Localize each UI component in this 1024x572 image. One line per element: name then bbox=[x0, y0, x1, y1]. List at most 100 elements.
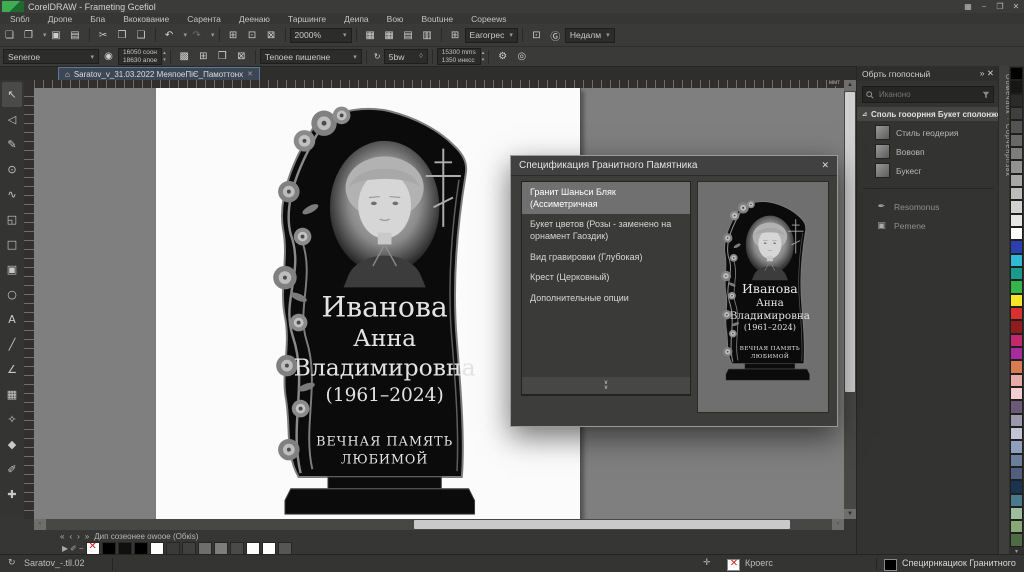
guidelines-icon[interactable]: ▥ bbox=[420, 30, 435, 41]
save-icon[interactable]: ▣ bbox=[49, 30, 64, 41]
palette-swatch[interactable] bbox=[1010, 254, 1023, 267]
document-tab[interactable]: ⌂ Saratov_v_31.03.2022 МеяпоеПіЄ_Памотто… bbox=[58, 67, 260, 80]
palette-swatch[interactable] bbox=[1010, 267, 1023, 280]
copy-icon[interactable]: ❒ bbox=[115, 30, 130, 41]
brush-tool[interactable]: ✎ bbox=[2, 132, 22, 157]
palette-swatch[interactable] bbox=[1010, 147, 1023, 160]
palette-swatch[interactable] bbox=[1010, 440, 1023, 453]
pencil-tool[interactable]: ✐ bbox=[2, 457, 22, 482]
palette-swatch[interactable] bbox=[1010, 507, 1023, 520]
undo-caret-icon[interactable]: ▾ bbox=[184, 31, 188, 39]
close-button[interactable]: ✕ bbox=[1008, 2, 1024, 11]
style-item-3[interactable]: Букесг bbox=[857, 161, 999, 180]
palette-swatch[interactable] bbox=[1010, 494, 1023, 507]
prev-page-icon[interactable]: ‹ bbox=[69, 532, 72, 541]
document-palette-swatch[interactable] bbox=[262, 542, 276, 555]
add-tool[interactable]: ✚ bbox=[2, 482, 22, 507]
menu-item[interactable]: Boutuне bbox=[421, 14, 453, 24]
dimension-tool[interactable]: ∠ bbox=[2, 357, 22, 382]
document-palette-swatch[interactable] bbox=[86, 542, 100, 555]
menu-item[interactable]: Вою bbox=[387, 14, 404, 24]
tree-caret-icon[interactable]: ⊿ bbox=[862, 111, 867, 118]
refresh-icon[interactable]: ↻ bbox=[8, 558, 16, 568]
horizontal-ruler[interactable]: ммт bbox=[34, 80, 844, 88]
export-dropdown[interactable]: Еагогрес ▾ bbox=[465, 28, 518, 43]
palette-swatch[interactable] bbox=[1010, 400, 1023, 413]
full-screen-preview-icon[interactable]: ▦ bbox=[363, 30, 378, 41]
preset-select[interactable]: Seneroe ▾ bbox=[3, 49, 99, 64]
trim-icon[interactable]: ⊠ bbox=[234, 51, 249, 62]
window-icon[interactable]: ⊡ bbox=[529, 30, 544, 41]
style-set-header[interactable]: ⊿ Споль гооорння Букет сполонжеанный bbox=[857, 107, 999, 121]
palette-swatch[interactable] bbox=[1010, 414, 1023, 427]
menu-item[interactable]: Деипа bbox=[344, 14, 369, 24]
cut-icon[interactable]: ✂ bbox=[96, 30, 111, 41]
document-palette-swatch[interactable] bbox=[118, 542, 132, 555]
docker-expand-icon[interactable]: » bbox=[980, 68, 985, 78]
docker-item-resomonus[interactable]: ✒ Resomonus bbox=[857, 197, 999, 216]
dialog-close-icon[interactable]: ✕ bbox=[821, 160, 829, 171]
palette-swatch[interactable] bbox=[1010, 454, 1023, 467]
palette-swatch[interactable] bbox=[1010, 360, 1023, 373]
menu-item[interactable]: Sпбл bbox=[10, 14, 30, 24]
docker-search-box[interactable] bbox=[862, 86, 994, 103]
minimize-button[interactable]: − bbox=[976, 2, 992, 11]
rulers-icon[interactable]: ▤ bbox=[401, 30, 416, 41]
grid-icon[interactable]: ▦ bbox=[382, 30, 397, 41]
next-page-icon[interactable]: › bbox=[77, 532, 80, 541]
document-palette-swatch[interactable] bbox=[246, 542, 260, 555]
horizontal-scrollbar[interactable]: ‹ › bbox=[34, 519, 844, 530]
document-palette-swatch[interactable] bbox=[102, 542, 116, 555]
menu-item[interactable]: Дропе bbox=[48, 14, 73, 24]
palette-swatch[interactable] bbox=[1010, 174, 1023, 187]
palette-swatch[interactable] bbox=[1010, 294, 1023, 307]
vertical-ruler[interactable] bbox=[24, 88, 34, 520]
size-spin-down-icon[interactable]: ▾ bbox=[482, 57, 485, 64]
settings-gear-icon[interactable]: ⚙ bbox=[495, 51, 510, 62]
paste-icon[interactable]: ❑ bbox=[134, 30, 149, 41]
palette-pen-icon[interactable]: ✐ bbox=[70, 544, 77, 553]
palette-swatch[interactable] bbox=[1010, 307, 1023, 320]
palette-swatch[interactable] bbox=[1010, 427, 1023, 440]
menu-item[interactable]: Бпа bbox=[90, 14, 105, 24]
document-palette-swatch[interactable] bbox=[198, 542, 212, 555]
combine-icon[interactable]: ▩ bbox=[177, 51, 192, 62]
object-size-fields[interactable]: 15300 mms 1350 инксс bbox=[437, 48, 481, 65]
open-caret-icon[interactable]: ▾ bbox=[43, 31, 47, 39]
search-input[interactable] bbox=[877, 89, 979, 100]
spec-item-cross[interactable]: Крест (Церковный) bbox=[522, 267, 690, 288]
redo-icon[interactable]: ↷ bbox=[189, 30, 204, 41]
menu-item[interactable]: Деенаю bbox=[239, 14, 270, 24]
spec-item-engraving[interactable]: Вид гравировки (Глубокая) bbox=[522, 247, 690, 268]
monument-graphic[interactable] bbox=[240, 90, 498, 519]
mode-select[interactable]: Тепоее пишепне ▾ bbox=[260, 49, 362, 64]
style-item-2[interactable]: Вововп bbox=[857, 142, 999, 161]
import-icon[interactable]: ⊞ bbox=[226, 30, 241, 41]
menu-item[interactable]: Вкокование bbox=[123, 14, 169, 24]
page-tab-label[interactable]: Дип созеонее owooe (Обкis) bbox=[94, 532, 198, 541]
zoom-tool[interactable]: ⊙ bbox=[2, 157, 22, 182]
zoom-level-select[interactable]: 2000% ▾ bbox=[290, 28, 352, 43]
palette-swatch[interactable] bbox=[1010, 120, 1023, 133]
document-palette-swatch[interactable] bbox=[230, 542, 244, 555]
options-icon[interactable]: ◎ bbox=[514, 51, 529, 62]
docker-item-pemene[interactable]: ▣ Pemene bbox=[857, 216, 999, 235]
undo-icon[interactable]: ↶ bbox=[162, 30, 177, 41]
dialog-title-bar[interactable]: Спецификация Гранитного Памятника ✕ bbox=[511, 156, 837, 176]
horizontal-scroll-thumb[interactable] bbox=[414, 520, 790, 529]
angle-field[interactable]: 5bw ◊ bbox=[384, 49, 428, 64]
palette-swatch[interactable] bbox=[1010, 160, 1023, 173]
style-item-geometry[interactable]: Стиль геодерия bbox=[857, 123, 999, 142]
palette-swatch[interactable] bbox=[1010, 334, 1023, 347]
vertical-scrollbar[interactable]: ▲ ▼ bbox=[844, 80, 856, 520]
document-palette-swatch[interactable] bbox=[150, 542, 164, 555]
document-palette-swatch[interactable] bbox=[134, 542, 148, 555]
palette-swatch[interactable] bbox=[1010, 134, 1023, 147]
menu-item[interactable]: Сарента bbox=[187, 14, 221, 24]
palette-swatch[interactable] bbox=[1010, 80, 1023, 93]
palette-swatch[interactable] bbox=[1010, 533, 1023, 546]
docker-close-icon[interactable]: ✕ bbox=[987, 68, 994, 78]
curve-tool[interactable]: ∿ bbox=[2, 182, 22, 207]
first-page-icon[interactable]: « bbox=[60, 532, 64, 541]
line-tool[interactable]: ╱ bbox=[2, 332, 22, 357]
